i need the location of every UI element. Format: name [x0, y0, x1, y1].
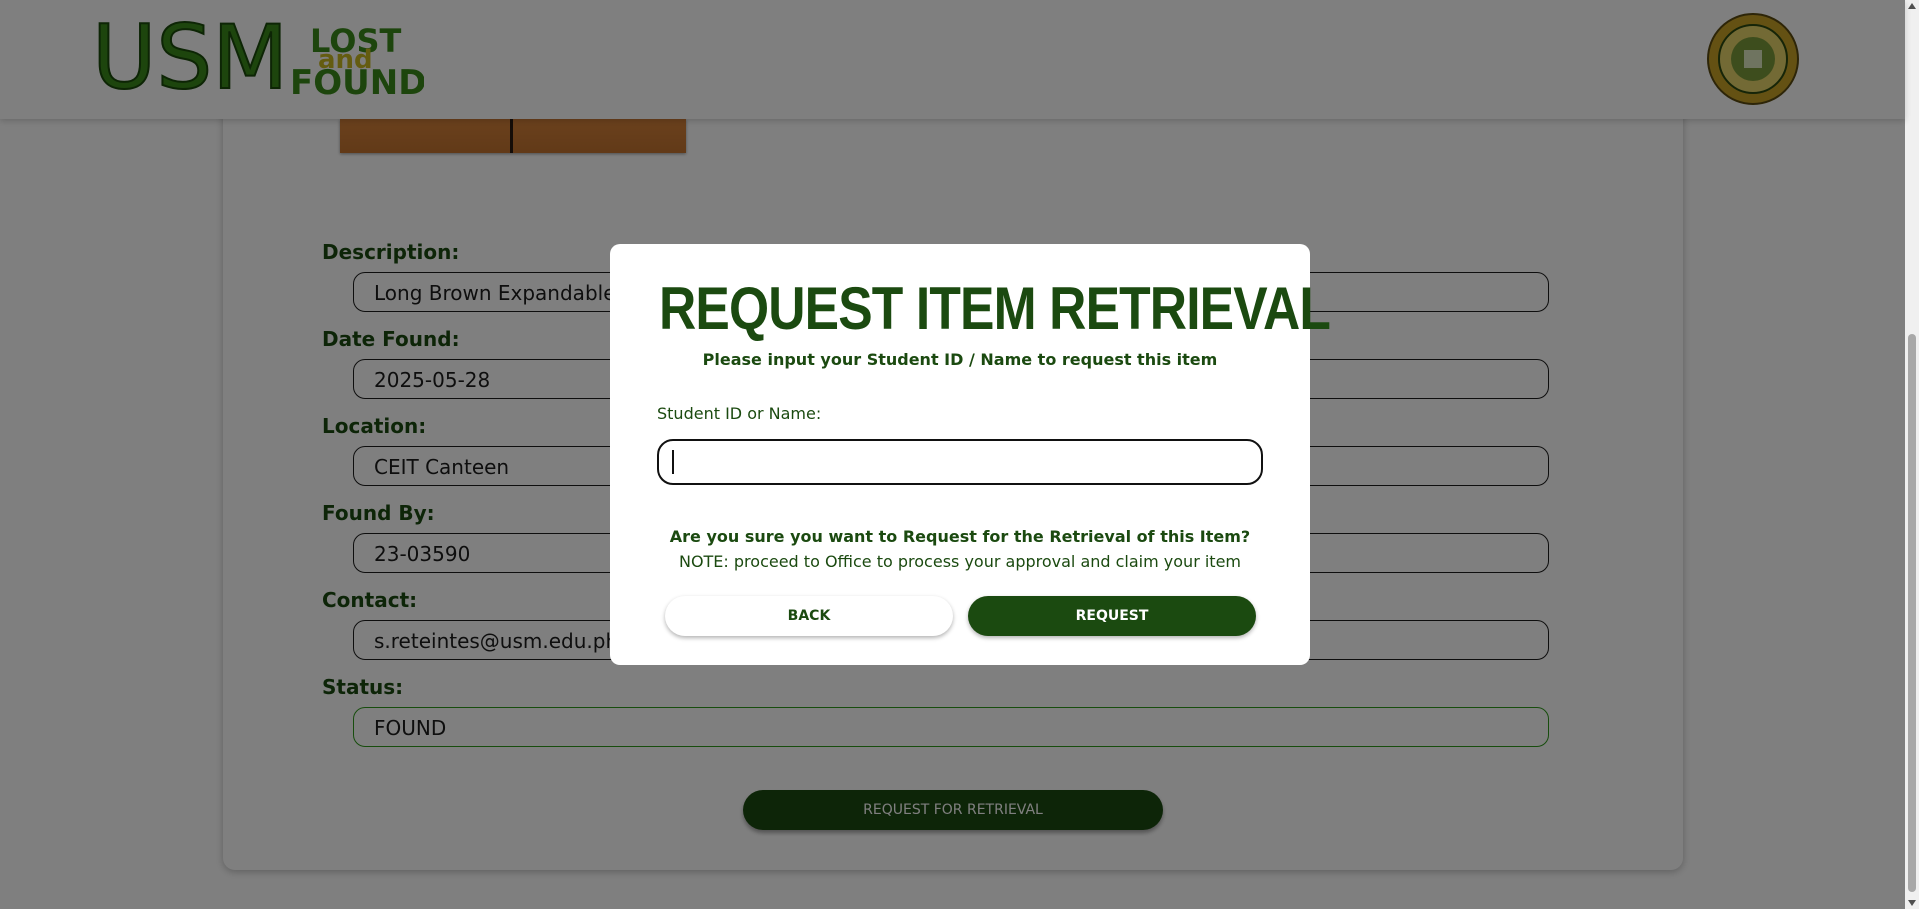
request-button[interactable]: REQUEST	[968, 596, 1256, 636]
confirm-note: NOTE: proceed to Office to process your …	[678, 552, 1242, 571]
back-button[interactable]: BACK	[665, 596, 953, 636]
modal-title: REQUEST ITEM RETRIEVAL	[659, 275, 1331, 342]
confirm-question: Are you sure you want to Request for the…	[669, 527, 1251, 546]
scrollbar-thumb[interactable]	[1908, 334, 1916, 892]
scroll-down-arrow-icon[interactable]	[1908, 900, 1916, 906]
modal-subtitle: Please input your Student ID / Name to r…	[702, 350, 1218, 369]
page-scrollbar[interactable]	[1905, 0, 1919, 909]
student-id-input[interactable]	[657, 439, 1263, 485]
text-caret	[672, 450, 674, 474]
student-id-label: Student ID or Name:	[657, 404, 822, 423]
scroll-up-arrow-icon[interactable]	[1908, 3, 1916, 9]
request-retrieval-modal: REQUEST ITEM RETRIEVAL Please input your…	[610, 244, 1331, 665]
